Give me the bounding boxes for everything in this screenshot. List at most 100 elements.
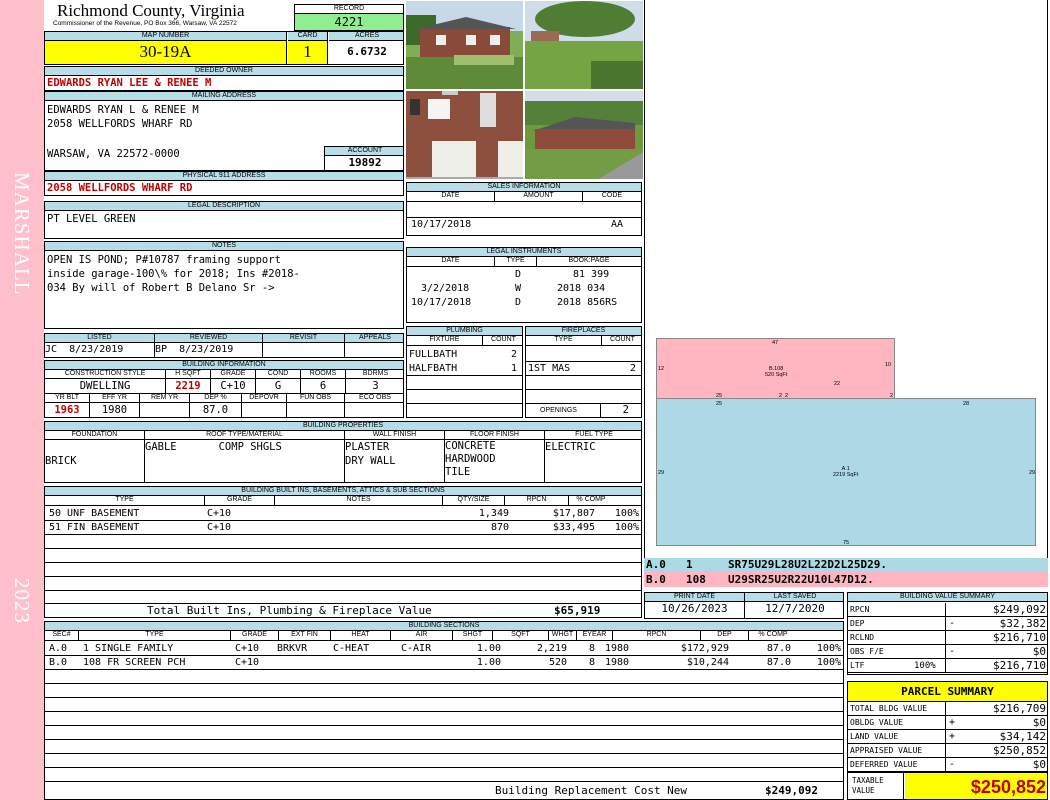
sketch-dim: 12 <box>658 366 665 372</box>
sketch-dim: 10 <box>885 362 892 368</box>
fixture-header: FIXTURE <box>407 336 483 345</box>
plumbing-box: PLUMBING FIXTURE COUNT FULLBATH 2 HALFBA… <box>406 326 523 418</box>
fireplaces-box: FIREPLACES TYPE COUNT 1ST MAS 2 OPENINGS… <box>525 326 642 418</box>
eco-obs-header: ECO OBS <box>345 394 403 403</box>
condition: G <box>274 380 282 392</box>
review-box: LISTED JC 8/23/2019 REVIEWED BP 8/23/2019 … <box>44 333 404 358</box>
sketch-dim: 25 <box>716 393 723 399</box>
built-in-rpcn: $17,807 <box>552 508 595 519</box>
print-date: 10/26/2023 <box>661 602 728 615</box>
built-in-comp-header: % COMP <box>576 496 606 503</box>
sketch-dim: 28 <box>963 401 970 407</box>
legal-instruments-box: LEGAL INSTRUMENTS DATE TYPE BOOK:PAGE D … <box>406 247 642 323</box>
construction-style: DWELLING <box>79 380 131 392</box>
sketch-code-a: A.0 1 SR75U29L28U2L22D2L25D29. <box>644 558 1048 572</box>
mailing-line-2: 2058 WELLFORDS WHARF RD <box>47 118 193 130</box>
listed-by: JC <box>45 344 58 355</box>
sketch-dim: 29 <box>658 470 665 476</box>
summary-row: RPCN $249,092 <box>848 603 1047 617</box>
legal-description: PT LEVEL GREEN <box>47 213 136 225</box>
floor-finish-2: HARDWOOD <box>445 453 496 465</box>
fireplaces-label: FIREPLACES <box>526 327 641 336</box>
built-ins-total-row: Total Built Ins, Plumbing & Fireplace Va… <box>45 604 641 617</box>
acres-label: ACRES <box>329 32 403 41</box>
print-date-label: PRINT DATE <box>645 593 744 602</box>
replacement-cost: $249,092 <box>765 784 818 797</box>
foundation: BRICK <box>45 455 77 467</box>
summary-row-label: OBLDG VALUE <box>848 716 946 730</box>
built-ins-total-label: Total Built Ins, Plumbing & Fireplace Va… <box>147 604 432 617</box>
section-air-header: AIR <box>391 631 453 640</box>
taxable-value-row: TAXABLE VALUE $250,852 <box>848 772 1047 799</box>
notes-line-1: OPEN IS POND; P#10787 framing support <box>47 254 281 266</box>
fireplace-count-header: COUNT <box>610 336 635 343</box>
section-whgt: 8 <box>588 657 595 668</box>
section-extfin-header: EXT FIN <box>279 631 331 640</box>
section-type: 1 SINGLE FAMILY <box>83 643 174 654</box>
deeded-owner-label: DEEDED OWNER <box>45 67 403 76</box>
summary-row: TOTAL BLDG VALUE $216,709 <box>848 702 1047 716</box>
section-grade: C+10 <box>235 643 260 654</box>
sale-amount-header: AMOUNT <box>495 192 583 201</box>
built-in-qty-header: QTY/SIZE <box>443 496 505 505</box>
cond-header: COND <box>256 370 300 379</box>
eff-year-header: EFF YR <box>90 394 139 403</box>
plumbing-label: PLUMBING <box>407 327 522 336</box>
section-type: 108 FR SCREEN PCH <box>83 657 186 668</box>
sketch-dim: 2 <box>890 393 894 399</box>
account-number: 19892 <box>348 156 382 169</box>
table-row: 10/17/2018 D 2018 856RS <box>407 296 641 310</box>
table-row: 51 FIN BASEMENT C+10 870 $33,495 100% <box>45 521 641 535</box>
sketch-code-num: 108 <box>686 573 706 586</box>
reviewed-date: 8/23/2019 <box>179 344 234 355</box>
instrument-book: 81 399 <box>573 269 610 280</box>
built-in-rpcn-header: RPCN <box>505 496 569 505</box>
table-row: B.0 108 FR SCREEN PCH C+10 1.00 520 8 19… <box>45 656 843 670</box>
card-number: 1 <box>303 42 312 61</box>
replacement-cost-row: Building Replacement Cost New $249,092 <box>45 784 843 798</box>
summary-row-value: $216,709 <box>993 702 1046 715</box>
fixture: HALFBATH <box>409 363 458 374</box>
summary-row-label: APPRAISED VALUE <box>848 744 946 758</box>
building-properties-box: BUILDING PROPERTIES FOUNDATION BRICK ROOF… <box>44 421 642 483</box>
built-ins-total: $65,919 <box>554 604 601 617</box>
deeded-owner: EDWARDS RYAN LEE & RENEE M <box>47 77 212 89</box>
section-air: C-AIR <box>401 643 432 654</box>
physical-address-box: PHYSICAL 911 ADDRESS 2058 WELLFORDS WHAR… <box>44 171 404 196</box>
instrument-type: D <box>515 269 522 280</box>
wall-header: WALL FINISH <box>345 431 444 440</box>
instrument-date-header: DATE <box>407 257 495 266</box>
deeded-owner-box: DEEDED OWNER EDWARDS RYAN LEE & RENEE M <box>44 66 404 91</box>
built-in-qty: 1,349 <box>478 508 509 519</box>
fun-obs-header: FUN OBS <box>287 394 344 403</box>
taxable-label-1: TAXABLE <box>852 776 884 785</box>
summary-row-value: $34,142 <box>999 730 1046 743</box>
table-row: 50 UNF BASEMENT C+10 1,349 $17,807 100% <box>45 507 641 521</box>
sketch-dim: 2 <box>785 393 789 399</box>
built-in-type: 51 FIN BASEMENT <box>49 522 140 533</box>
built-ins-label: BUILDING BUILT INS, BASEMENTS, ATTICS & … <box>45 487 641 496</box>
sketch-code-b: B.0 108 U29SR25U2R22U10L47D12. <box>644 572 1048 587</box>
summary-row-sign: + <box>949 717 956 728</box>
section-eyear: 1980 <box>605 643 630 654</box>
account-label: ACCOUNT <box>325 147 403 156</box>
rooms-header: ROOMS <box>301 370 345 379</box>
summary-row-label: RCLND <box>848 631 946 645</box>
fuel-header: FUEL TYPE <box>545 431 641 440</box>
grade: C+10 <box>220 380 246 392</box>
property-photo-1 <box>405 0 524 90</box>
section-dep-header: DEP <box>701 631 749 640</box>
mailing-address-box: MAILING ADDRESS EDWARDS RYAN L & RENEE M… <box>44 91 404 171</box>
openings-label: OPENINGS <box>540 407 577 414</box>
instrument-book-header: BOOK:PAGE <box>568 257 610 264</box>
summary-row: LAND VALUE + $34,142 <box>848 730 1047 744</box>
legal-description-label: LEGAL DESCRIPTION <box>45 202 403 211</box>
section-heat: C-HEAT <box>333 643 370 654</box>
depreciation: 87.0 <box>202 404 229 416</box>
summary-row-sign: - <box>949 646 956 657</box>
record-box: RECORD 4221 <box>294 4 404 31</box>
sketch-dim: 47 <box>772 340 779 346</box>
appeals-label: APPEALS <box>345 334 403 343</box>
summary-row: DEP - $32,382 <box>848 617 1047 631</box>
built-in-rpcn: $33,495 <box>552 522 595 533</box>
